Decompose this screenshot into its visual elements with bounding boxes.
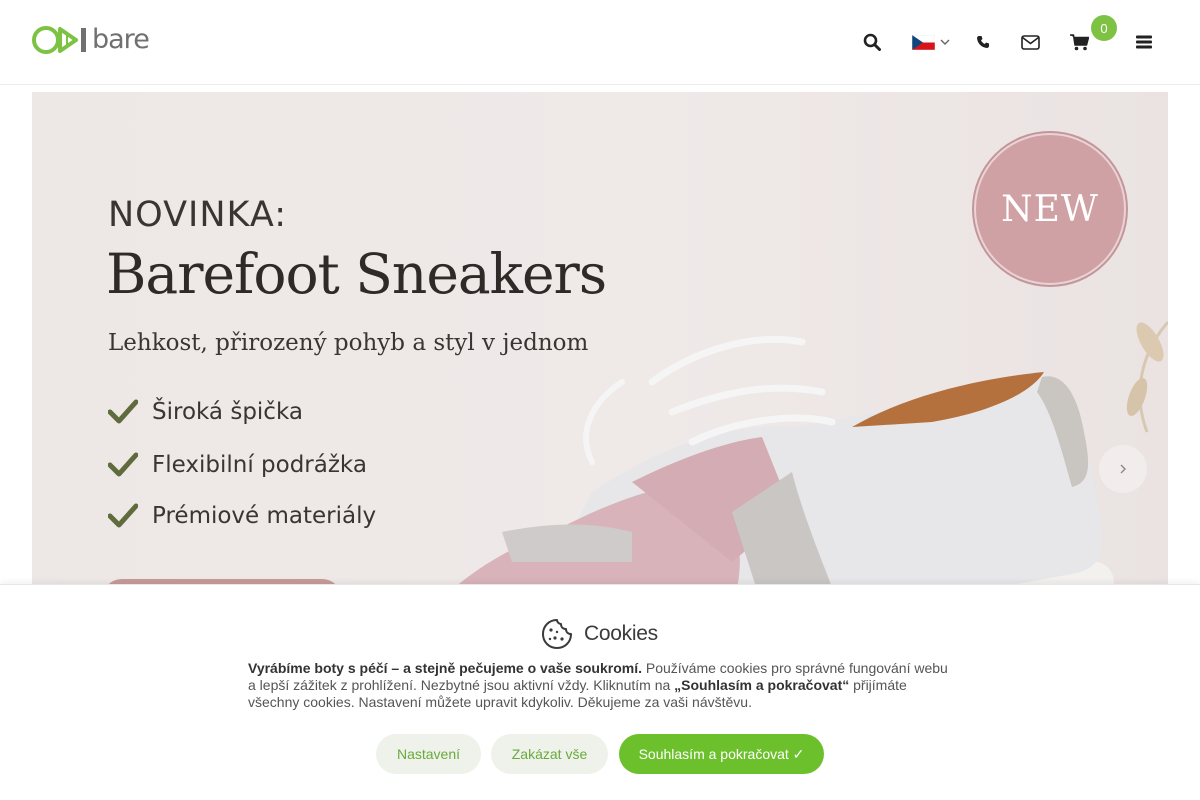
menu-button[interactable] [1135,30,1153,54]
feature-item: Široká špička [108,398,303,426]
logo[interactable]: bare [32,24,150,56]
cookie-text-strong: Vyrábíme boty s péčí – a stejně pečujeme… [248,660,642,676]
chevron-down-icon [940,39,950,45]
checkmark-icon [108,399,138,424]
feature-label: Prémiové materiály [152,503,377,529]
menu-icon [1136,35,1152,49]
cookie-description: Vyrábíme boty s péčí – a stejně pečujeme… [248,660,958,711]
cart-icon [1069,33,1089,50]
checkmark-icon [108,452,138,477]
cookie-accept-button[interactable]: Souhlasím a pokračovat ✓ [619,734,824,774]
cookie-title: Cookies [584,622,658,645]
hero-subtitle: Lehkost, přirozený pohyb a styl v jednom [108,330,589,356]
phone-button[interactable] [975,30,991,54]
feature-item: Prémiové materiály [108,502,376,530]
new-badge: NEW [974,133,1126,285]
language-switcher[interactable] [911,30,951,54]
feature-label: Flexibilní podrážka [152,452,367,478]
cart-button[interactable] [1069,30,1089,54]
site-header: bare 0 [0,0,1200,85]
logo-text: bare [92,24,150,55]
hero-title: Barefoot Sneakers [106,242,607,306]
hero-kicker: NOVINKA: [108,195,288,235]
search-button[interactable] [861,30,883,54]
cart-count-badge: 0 [1091,15,1117,41]
feature-label: Široká špička [152,399,303,425]
flag-cz-icon [912,34,935,50]
search-icon [863,33,881,51]
cookie-header: Cookies [541,618,658,650]
chevron-right-icon [1120,464,1126,474]
mail-icon [1020,34,1040,50]
cookie-banner: Cookies Vyrábíme boty s péčí – a stejně … [0,584,1200,800]
checkmark-icon [108,503,138,528]
phone-icon [977,36,989,48]
cookie-reject-all-button[interactable]: Zakázat vše [491,734,608,774]
feature-item: Flexibilní podrážka [108,451,367,479]
slider-next-button[interactable] [1099,445,1147,493]
cookie-text-strong-2: „Souhlasím a pokračovat“ [674,677,850,693]
logo-mark-icon [32,26,86,54]
cookie-icon [542,619,572,649]
new-badge-label: NEW [1001,188,1099,230]
email-button[interactable] [1019,30,1041,54]
cookie-settings-button[interactable]: Nastavení [376,734,481,774]
